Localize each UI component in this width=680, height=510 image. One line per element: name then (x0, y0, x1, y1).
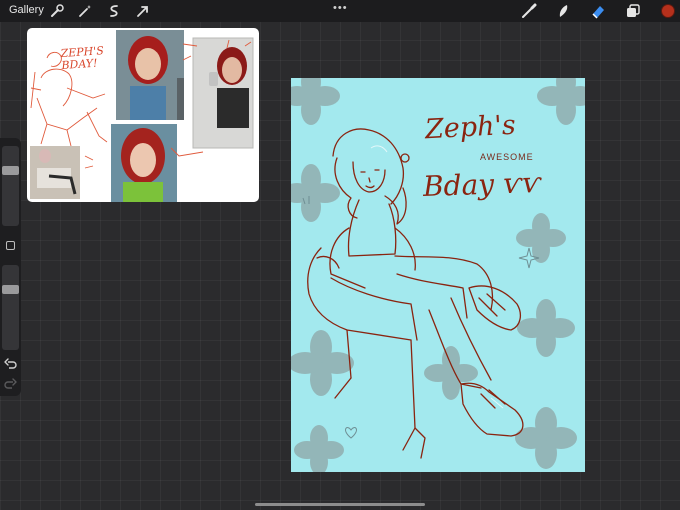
artwork-title-line1: Zeph's (424, 109, 517, 146)
opacity-thumb[interactable] (2, 285, 19, 294)
reference-photo-2 (192, 37, 254, 149)
transform-arrow-icon[interactable] (135, 3, 151, 19)
modify-square-icon[interactable] (6, 241, 15, 250)
gallery-button[interactable]: Gallery (9, 4, 44, 16)
opacity-slider[interactable] (2, 265, 19, 350)
brush-size-slider[interactable] (2, 146, 19, 226)
more-options-icon[interactable]: ••• (333, 2, 348, 14)
home-indicator[interactable] (255, 503, 425, 506)
smudge-icon[interactable] (556, 3, 572, 19)
brush-size-thumb[interactable] (2, 166, 19, 175)
reference-photo-3 (30, 146, 80, 199)
reference-title-text: ZEPH'S BDAY! (60, 44, 105, 73)
reference-photo-1 (116, 30, 184, 120)
brush-icon[interactable] (521, 3, 537, 19)
magic-wand-icon[interactable] (77, 3, 93, 19)
wrench-icon[interactable] (49, 3, 65, 19)
reference-photo-4 (111, 124, 177, 202)
reference-panel[interactable]: ZEPH'S BDAY! (27, 28, 259, 202)
undo-icon[interactable] (4, 358, 17, 371)
layers-icon[interactable] (625, 3, 641, 19)
artwork-title-line2: AWESOME (480, 152, 534, 162)
artwork-title-line3: Bday ѵѵ (422, 165, 542, 204)
color-picker-swatch[interactable] (661, 4, 675, 18)
redo-icon[interactable] (4, 378, 17, 391)
selection-icon[interactable] (106, 3, 122, 19)
eraser-icon[interactable] (590, 3, 606, 19)
drawing-canvas[interactable]: Zeph's AWESOME Bday ѵѵ (291, 78, 585, 472)
left-sidebar (0, 138, 21, 396)
top-toolbar: Gallery ••• (0, 0, 680, 22)
